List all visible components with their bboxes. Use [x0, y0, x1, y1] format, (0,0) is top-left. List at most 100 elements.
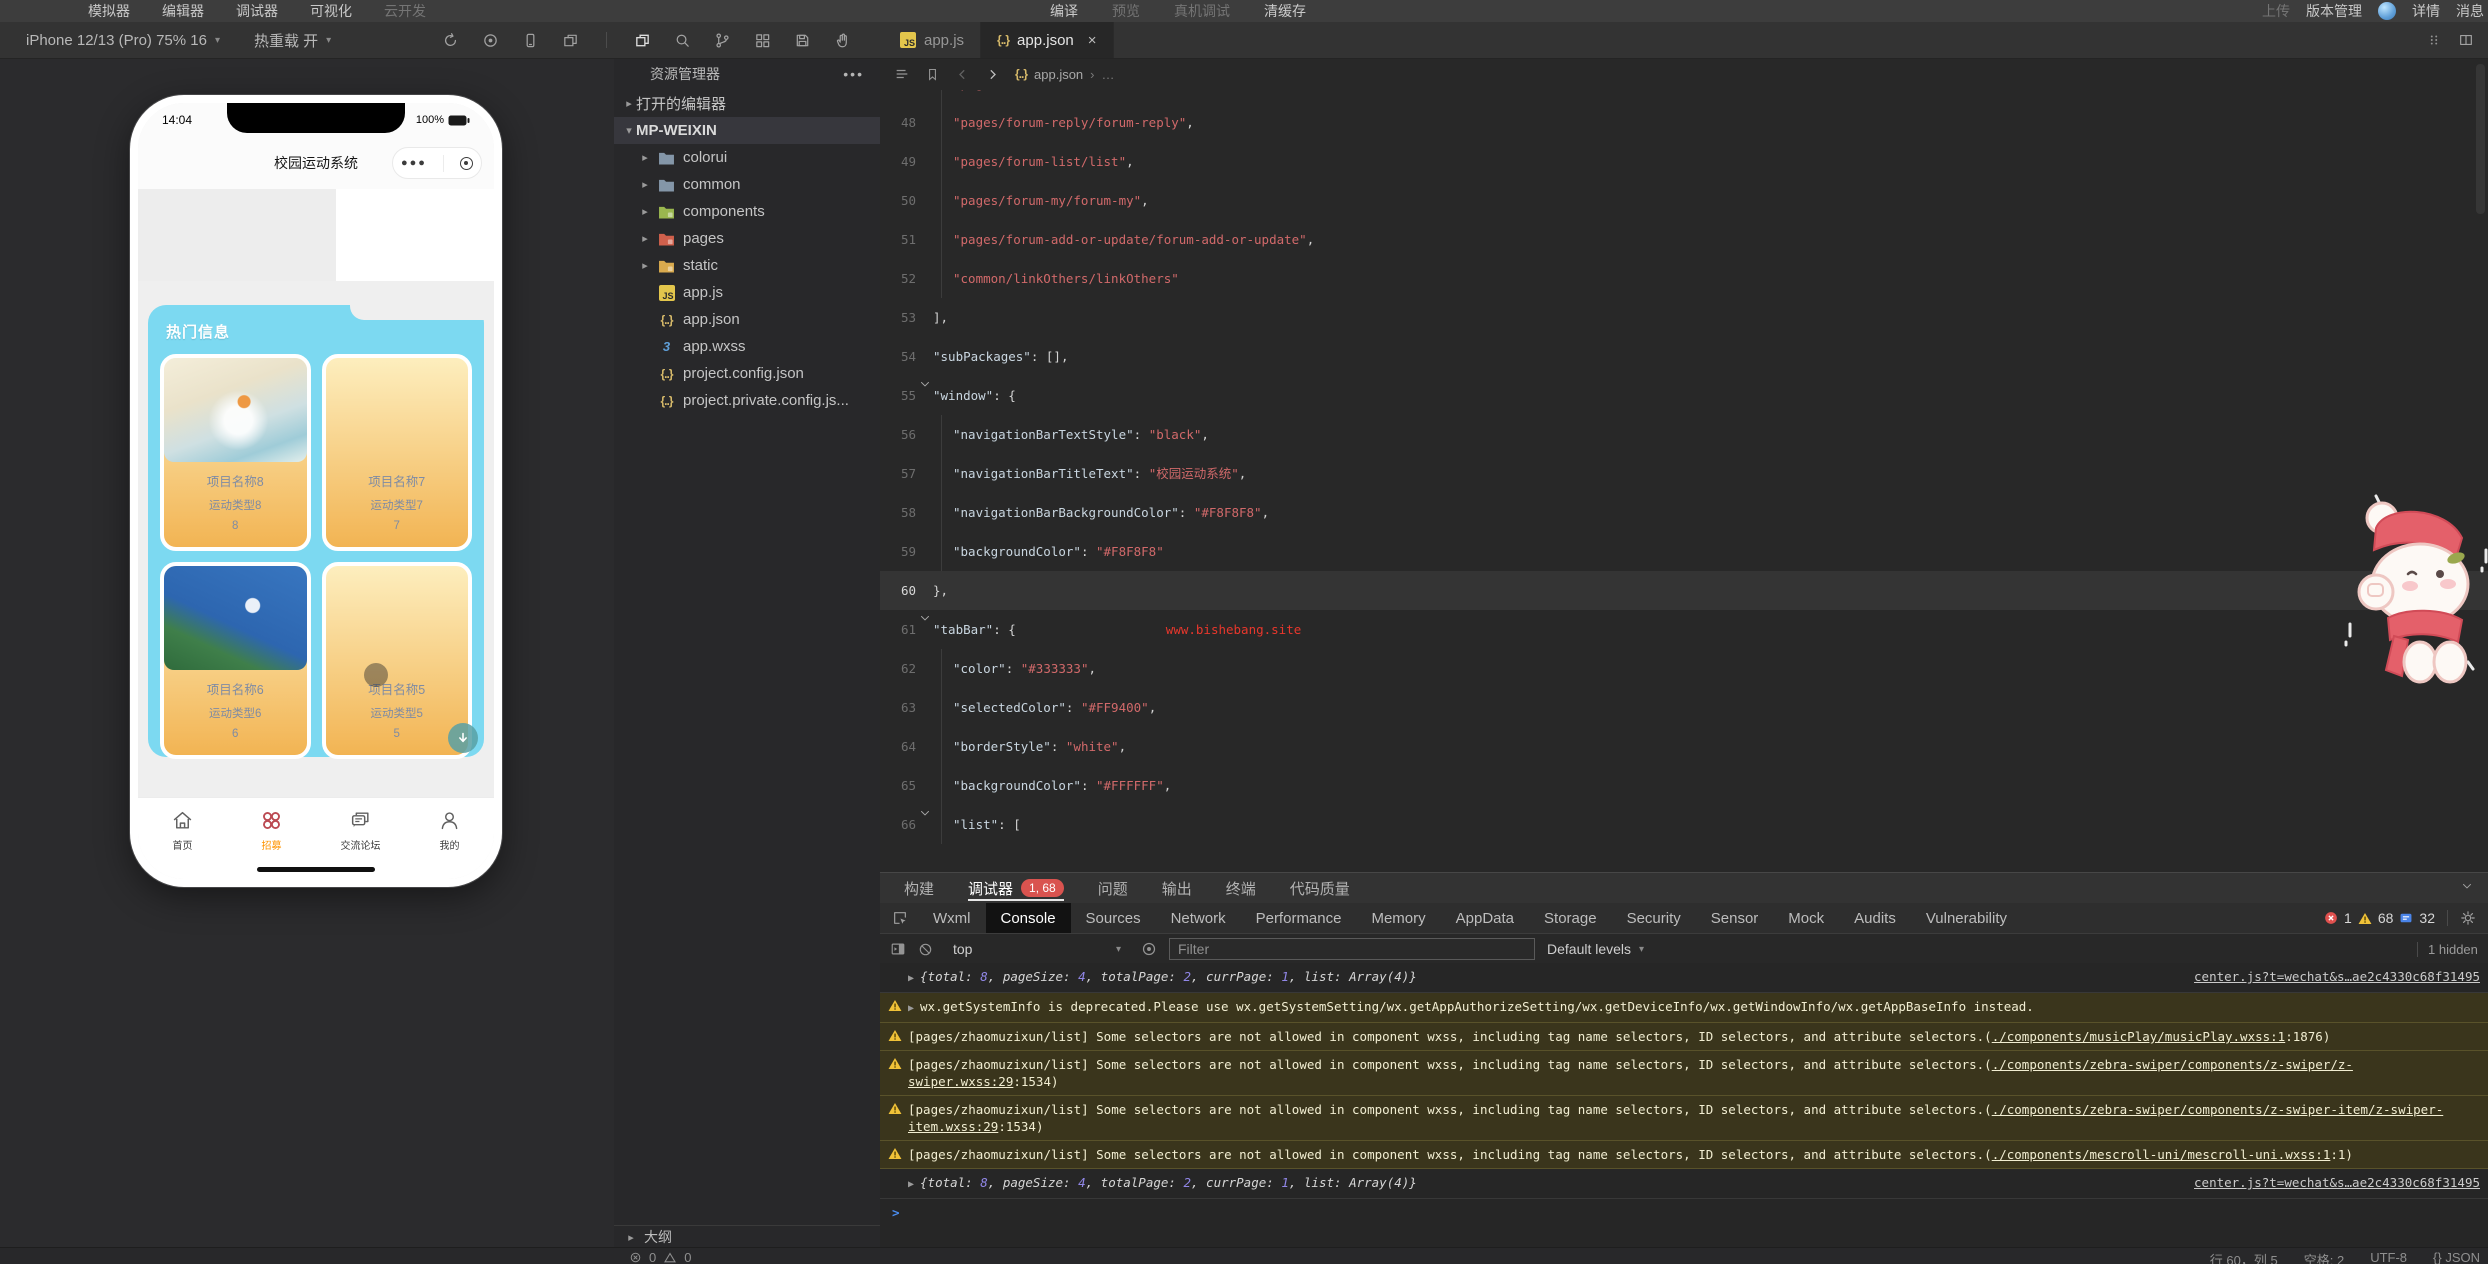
expand-arrow-icon[interactable]: ▶	[908, 1179, 914, 1190]
files-icon[interactable]	[634, 32, 651, 49]
filter-input[interactable]	[1169, 938, 1535, 960]
menu-item-4[interactable]: 云开发	[384, 1, 426, 21]
phone-tab-person[interactable]: 我的	[405, 809, 494, 879]
eye-icon[interactable]	[1141, 941, 1157, 957]
menu-item-2[interactable]: 调试器	[236, 1, 278, 21]
statusbar-item[interactable]: UTF-8	[2370, 1250, 2407, 1264]
project-card[interactable]: 项目名称7运动类型77	[322, 354, 473, 551]
devtools-tab-vulnerability[interactable]: Vulnerability	[1911, 903, 2022, 933]
rotate-icon[interactable]	[442, 32, 459, 49]
hidden-count[interactable]: 1 hidden	[2417, 942, 2478, 957]
console-row-warn[interactable]: ▶wx.getSystemInfo is deprecated.Please u…	[880, 993, 2488, 1023]
devtools-tab-audits[interactable]: Audits	[1839, 903, 1911, 933]
debugger-tab-3[interactable]: 输出	[1162, 873, 1192, 903]
bookmark-icon[interactable]	[925, 67, 940, 82]
statusbar-item[interactable]: {} JSON	[2433, 1250, 2480, 1264]
forward-icon[interactable]	[985, 67, 1000, 82]
devtools-tab-security[interactable]: Security	[1612, 903, 1696, 933]
source-link[interactable]: center.js?t=wechat&s…ae2c4330c68f31495	[2194, 968, 2480, 985]
tree-item-common[interactable]: ▸common	[614, 171, 880, 198]
console-row-warn[interactable]: [pages/zhaomuzixun/list] Some selectors …	[880, 1051, 2488, 1096]
tree-item-project.config.json[interactable]: {..}project.config.json	[614, 360, 880, 387]
branch-icon[interactable]	[714, 32, 731, 49]
gear-icon[interactable]	[2460, 910, 2476, 926]
tree-item-app.js[interactable]: JSapp.js	[614, 279, 880, 306]
scroll-down-button[interactable]	[448, 723, 478, 753]
devtools-tab-performance[interactable]: Performance	[1241, 903, 1357, 933]
tree-item-static[interactable]: ▸static	[614, 252, 880, 279]
more-dots-icon[interactable]: •••	[843, 66, 864, 82]
hot-reload-toggle[interactable]: 热重载 开	[254, 30, 318, 51]
tree-item-components[interactable]: ▸components	[614, 198, 880, 225]
fold-chevron-icon[interactable]	[918, 377, 932, 391]
tree-item-colorui[interactable]: ▸colorui	[614, 144, 880, 171]
devtools-tab-storage[interactable]: Storage	[1529, 903, 1612, 933]
menu-item-0[interactable]: 上传	[2262, 1, 2290, 21]
expand-arrow-icon[interactable]: ▶	[908, 973, 914, 984]
console-log-area[interactable]: center.js?t=wechat&s…ae2c4330c68f31495▶{…	[880, 963, 2488, 1248]
menu-item-0[interactable]: 编译	[1050, 1, 1078, 21]
tree-item-project.private.config.js...[interactable]: {..}project.private.config.js...	[614, 387, 880, 414]
capsule-target-icon[interactable]	[460, 157, 473, 170]
devtools-tab-wxml[interactable]: Wxml	[918, 903, 986, 933]
hand-icon[interactable]	[834, 32, 851, 49]
devtools-tab-mock[interactable]: Mock	[1773, 903, 1839, 933]
project-card[interactable]: 项目名称6运动类型66	[160, 562, 311, 759]
more-dots-icon[interactable]: ●●●	[401, 157, 427, 169]
devtools-tab-console[interactable]: Console	[986, 903, 1071, 933]
menu-item-1[interactable]: 预览	[1112, 1, 1140, 21]
list-icon[interactable]	[894, 66, 910, 82]
menu-item-3[interactable]: 清缓存	[1264, 1, 1306, 21]
menu-item-3[interactable]: 可视化	[310, 1, 352, 21]
search-icon[interactable]	[674, 32, 691, 49]
capsule-menu[interactable]: ●●●	[392, 147, 482, 179]
source-link[interactable]: center.js?t=wechat&s…ae2c4330c68f31495	[2194, 1174, 2480, 1191]
close-icon[interactable]: ×	[1088, 32, 1097, 49]
tree-item-MP-WEIXIN[interactable]: ▾MP-WEIXIN	[614, 117, 880, 144]
fold-chevron-icon[interactable]	[918, 611, 932, 625]
scrollbar[interactable]	[2476, 64, 2485, 214]
debugger-tab-5[interactable]: 代码质量	[1290, 873, 1350, 903]
devtools-tab-sources[interactable]: Sources	[1071, 903, 1156, 933]
console-row-warn[interactable]: [pages/zhaomuzixun/list] Some selectors …	[880, 1023, 2488, 1051]
debugger-tab-1[interactable]: 调试器1, 68	[968, 873, 1064, 903]
devtools-tab-sensor[interactable]: Sensor	[1696, 903, 1774, 933]
breadcrumb[interactable]: {..} app.json › …	[1015, 67, 1115, 82]
tree-item-pages[interactable]: ▸pages	[614, 225, 880, 252]
debugger-tab-2[interactable]: 问题	[1098, 873, 1128, 903]
console-prompt[interactable]: >	[880, 1199, 2488, 1224]
devtools-tab-appdata[interactable]: AppData	[1441, 903, 1529, 933]
tree-item-app.json[interactable]: {..}app.json	[614, 306, 880, 333]
menu-item-0[interactable]: 模拟器	[88, 1, 130, 21]
console-row-log[interactable]: center.js?t=wechat&s…ae2c4330c68f31495▶{…	[880, 963, 2488, 993]
console-row-log[interactable]: center.js?t=wechat&s…ae2c4330c68f31495▶{…	[880, 1169, 2488, 1199]
statusbar-item[interactable]: 行 60，列 5	[2210, 1250, 2278, 1264]
tab-app-js[interactable]: JSapp.js	[884, 22, 981, 58]
grid-icon[interactable]	[754, 32, 771, 49]
inspect-icon[interactable]	[880, 910, 918, 926]
menu-item-2[interactable]: 真机调试	[1174, 1, 1230, 21]
menu-item-2[interactable]: 详情	[2412, 1, 2440, 21]
tree-item-[interactable]: ▸打开的编辑器	[614, 90, 880, 117]
fold-chevron-icon[interactable]	[918, 806, 932, 820]
console-row-warn[interactable]: [pages/zhaomuzixun/list] Some selectors …	[880, 1141, 2488, 1169]
windows-icon[interactable]	[562, 32, 579, 49]
problems-summary[interactable]: 0 0	[630, 1250, 691, 1264]
console-row-warn[interactable]: [pages/zhaomuzixun/list] Some selectors …	[880, 1096, 2488, 1141]
devtools-tab-network[interactable]: Network	[1156, 903, 1241, 933]
dock-panel-icon[interactable]	[890, 941, 906, 957]
clear-console-icon[interactable]	[918, 942, 933, 957]
debugger-tab-0[interactable]: 构建	[904, 873, 934, 903]
columns-icon[interactable]	[2458, 32, 2474, 48]
context-selector[interactable]: top▾	[945, 941, 1129, 957]
collapse-panel-icon[interactable]	[2460, 879, 2474, 893]
device-selector[interactable]: iPhone 12/13 (Pro) 75% 16	[26, 32, 207, 49]
record-icon[interactable]	[482, 32, 499, 49]
tree-item-app.wxss[interactable]: 3app.wxss	[614, 333, 880, 360]
devtools-tab-memory[interactable]: Memory	[1356, 903, 1440, 933]
statusbar-item[interactable]: 空格: 2	[2304, 1250, 2344, 1264]
phone-tab-home[interactable]: 首页	[138, 809, 227, 879]
debugger-tab-4[interactable]: 终端	[1226, 873, 1256, 903]
outline-section[interactable]: ▸ 大纲	[614, 1225, 880, 1248]
tab-app-json[interactable]: {..}app.json×	[981, 22, 1114, 58]
